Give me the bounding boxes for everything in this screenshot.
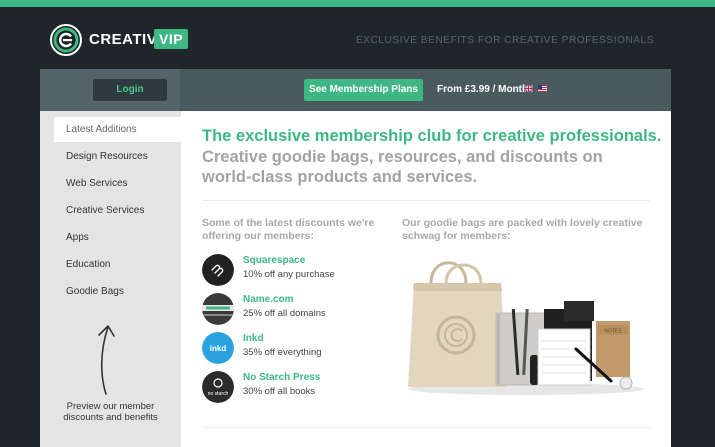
discount-name-inkd[interactable]: Inkd	[243, 333, 264, 344]
site-header: CREATIVE VIP EXCLUSIVE BENEFITS FOR CREA…	[0, 7, 715, 69]
discount-offer-nostarch: 30% off all books	[243, 386, 316, 397]
sidebar-item-creative-services[interactable]: Creative Services	[54, 198, 181, 223]
top-navbar: Login See Membership Plans From £3.99 / …	[40, 69, 671, 111]
vip-badge: VIP	[154, 29, 189, 49]
svg-text:NOTES: NOTES	[604, 329, 622, 335]
discount-offer-inkd: 35% off everything	[243, 347, 322, 358]
discount-offer-squarespace: 10% off any purchase	[243, 269, 335, 280]
discount-name-nostarch[interactable]: No Starch Press	[243, 372, 320, 383]
sidebar-item-education[interactable]: Education	[54, 252, 181, 277]
sidebar: Latest Additions Design Resources Web Se…	[40, 111, 181, 447]
hand-drawn-arrow-icon	[98, 325, 115, 395]
page-subheadline: Creative goodie bags, resources, and dis…	[202, 148, 603, 186]
navbar-sidebar-section: Login	[40, 69, 180, 111]
sidebar-item-design-resources[interactable]: Design Resources	[54, 144, 181, 169]
discount-offer-namecom: 25% off all domains	[243, 308, 326, 319]
sidebar-item-goodie-bags[interactable]: Goodie Bags	[54, 279, 181, 304]
creative-vip-logo-icon[interactable]	[50, 24, 82, 56]
header-tagline: EXCLUSIVE BENEFITS FOR CREATIVE PROFESSI…	[356, 35, 654, 46]
namecom-logo-icon[interactable]	[202, 293, 234, 325]
preview-benefits-text: Preview our member discounts and benefit…	[63, 401, 158, 423]
membership-plans-button[interactable]: See Membership Plans	[304, 79, 423, 101]
login-button[interactable]: Login	[93, 79, 167, 101]
uk-flag-icon[interactable]	[524, 85, 533, 92]
divider-top	[202, 200, 650, 201]
svg-text:inkd: inkd	[210, 344, 227, 353]
inkd-logo-icon[interactable]: inkd	[202, 332, 234, 364]
divider-bottom	[202, 427, 650, 428]
main-content: The exclusive membership club for creati…	[181, 111, 671, 447]
discounts-title: Some of the latest discounts we're offer…	[202, 217, 375, 242]
svg-text:no starch: no starch	[208, 391, 229, 397]
price-label: From £3.99 / Month	[437, 84, 529, 95]
sidebar-item-web-services[interactable]: Web Services	[54, 171, 181, 196]
sidebar-item-latest-additions[interactable]: Latest Additions	[54, 117, 181, 142]
page-headline: The exclusive membership club for creati…	[202, 127, 662, 145]
squarespace-logo-icon[interactable]	[202, 254, 234, 286]
us-flag-icon[interactable]	[538, 85, 547, 92]
goodies-title: Our goodie bags are packed with lovely c…	[402, 217, 643, 242]
top-accent-stripe	[0, 0, 715, 7]
goodie-bag-image: NOTES	[408, 261, 644, 395]
sidebar-item-apps[interactable]: Apps	[54, 225, 181, 250]
nostarch-logo-icon[interactable]: no starch	[202, 371, 234, 403]
discount-name-squarespace[interactable]: Squarespace	[243, 255, 305, 266]
discount-name-namecom[interactable]: Name.com	[243, 294, 294, 305]
